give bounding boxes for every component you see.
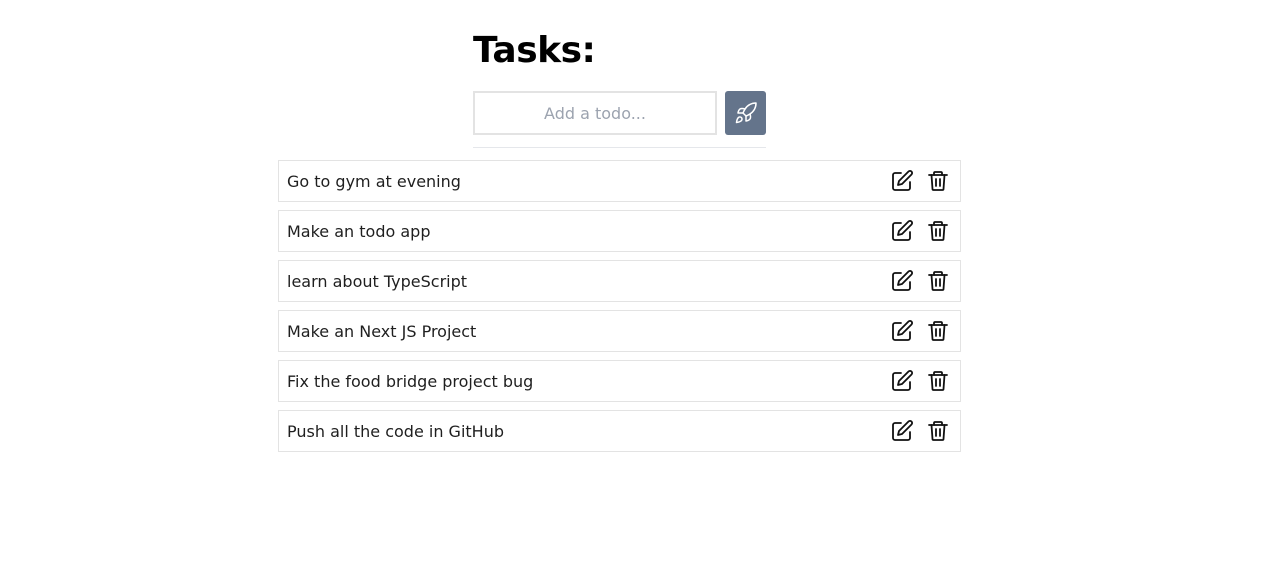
edit-todo-button[interactable] xyxy=(889,218,915,244)
todo-item: Push all the code in GitHub xyxy=(278,410,961,452)
edit-icon xyxy=(890,319,914,343)
add-todo-button[interactable] xyxy=(725,91,766,135)
todo-item: Fix the food bridge project bug xyxy=(278,360,961,402)
edit-todo-button[interactable] xyxy=(889,368,915,394)
delete-todo-button[interactable] xyxy=(925,418,951,444)
edit-todo-button[interactable] xyxy=(889,268,915,294)
todo-text: Push all the code in GitHub xyxy=(287,421,504,441)
todo-list: Go to gym at evening Make an todo app le… xyxy=(278,160,961,460)
header: Tasks: xyxy=(473,26,766,76)
trash-icon xyxy=(926,169,950,193)
delete-todo-button[interactable] xyxy=(925,168,951,194)
todo-item: Make an Next JS Project xyxy=(278,310,961,352)
edit-todo-button[interactable] xyxy=(889,418,915,444)
edit-icon xyxy=(890,419,914,443)
rocket-icon xyxy=(734,101,758,125)
todo-text: learn about TypeScript xyxy=(287,271,468,291)
add-todo-form xyxy=(473,91,766,135)
add-todo-input[interactable] xyxy=(473,91,717,135)
trash-icon xyxy=(926,369,950,393)
todo-item: Go to gym at evening xyxy=(278,160,961,202)
todo-item: learn about TypeScript xyxy=(278,260,961,302)
delete-todo-button[interactable] xyxy=(925,218,951,244)
trash-icon xyxy=(926,419,950,443)
edit-todo-button[interactable] xyxy=(889,318,915,344)
todo-text: Make an todo app xyxy=(287,221,431,241)
trash-icon xyxy=(926,319,950,343)
edit-todo-button[interactable] xyxy=(889,168,915,194)
edit-icon xyxy=(890,269,914,293)
edit-icon xyxy=(890,369,914,393)
todo-app-page: Tasks: Go to gym at evening xyxy=(0,0,1263,570)
page-title: Tasks: xyxy=(473,30,596,71)
todo-text: Fix the food bridge project bug xyxy=(287,371,534,391)
edit-icon xyxy=(890,169,914,193)
delete-todo-button[interactable] xyxy=(925,368,951,394)
divider xyxy=(473,147,766,148)
todo-item: Make an todo app xyxy=(278,210,961,252)
delete-todo-button[interactable] xyxy=(925,268,951,294)
delete-todo-button[interactable] xyxy=(925,318,951,344)
todo-text: Make an Next JS Project xyxy=(287,321,477,341)
edit-icon xyxy=(890,219,914,243)
todo-text: Go to gym at evening xyxy=(287,171,461,191)
trash-icon xyxy=(926,219,950,243)
trash-icon xyxy=(926,269,950,293)
